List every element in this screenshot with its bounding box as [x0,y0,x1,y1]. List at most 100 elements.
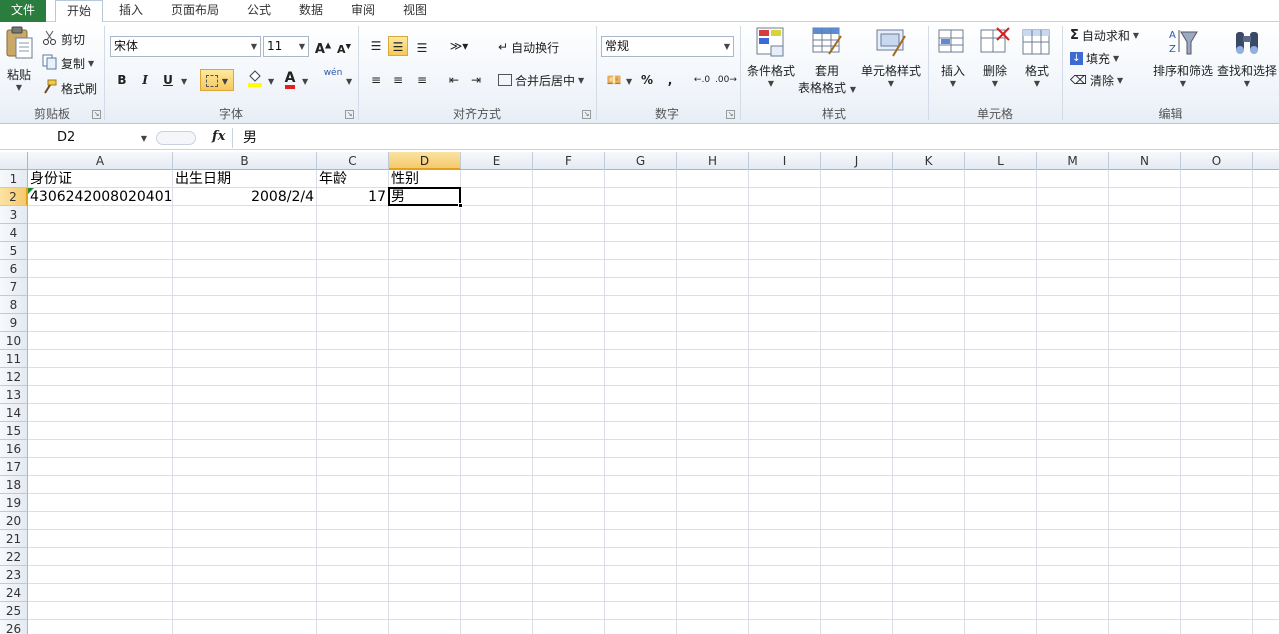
font-size-combobox[interactable]: 11 ▼ [263,36,309,57]
align-middle-button[interactable]: ☰ [388,36,408,56]
tab-formulas[interactable]: 公式 [236,0,282,22]
column-header-n[interactable]: N [1109,152,1181,170]
tab-review[interactable]: 审阅 [340,0,386,22]
fill-handle[interactable] [458,203,463,208]
column-header-g[interactable]: G [605,152,677,170]
decrease-decimal-button[interactable]: .00→ [714,70,738,90]
column-header-j[interactable]: J [821,152,893,170]
decrease-indent-button[interactable]: ⇤ [444,70,464,90]
tab-insert[interactable]: 插入 [108,0,154,22]
bold-button[interactable]: B [112,70,132,90]
column-header-f[interactable]: F [533,152,605,170]
cell-area[interactable]: 身份证出生日期年龄性别4306242008020401792008/2/417男 [28,170,1279,634]
clipboard-launcher-icon[interactable]: ↘ [92,110,101,119]
column-header-c[interactable]: C [317,152,389,170]
font-launcher-icon[interactable]: ↘ [345,110,354,119]
format-as-table-button[interactable]: 套用 表格格式 ▼ [798,26,856,96]
row-header-16[interactable]: 16 [0,440,28,458]
italic-button[interactable]: I [135,70,155,90]
select-all-corner[interactable] [0,152,28,170]
row-header-1[interactable]: 1 [0,170,28,188]
copy-dropdown-icon[interactable]: ▼ [88,59,94,68]
insert-cells-button[interactable]: 插入 ▼ [934,26,972,88]
conditional-formatting-button[interactable]: 条件格式 ▼ [744,26,798,88]
number-launcher-icon[interactable]: ↘ [726,110,735,119]
error-indicator-icon[interactable] [28,188,34,194]
shrink-font-button[interactable]: A▼ [334,36,354,56]
increase-indent-button[interactable]: ⇥ [466,70,486,90]
font-name-combobox[interactable]: 宋体 ▼ [110,36,261,57]
tab-data[interactable]: 数据 [288,0,334,22]
row-header-14[interactable]: 14 [0,404,28,422]
cell-d1[interactable]: 性别 [389,170,460,188]
fill-color-dropdown-icon[interactable]: ▼ [268,77,274,86]
cell-b2[interactable]: 2008/2/4 [173,188,316,206]
row-header-4[interactable]: 4 [0,224,28,242]
wrap-text-button[interactable]: ↵ 自动换行 [498,36,559,58]
copy-button[interactable]: 复制 ▼ [42,52,94,74]
font-color-dropdown-icon[interactable]: ▼ [302,77,308,86]
column-header-a[interactable]: A [28,152,173,170]
align-right-button[interactable]: ≡ [412,70,432,90]
row-header-19[interactable]: 19 [0,494,28,512]
align-top-button[interactable]: ☰ [366,36,386,56]
row-header-12[interactable]: 12 [0,368,28,386]
fill-color-button[interactable] [245,68,265,88]
clear-button[interactable]: ⌫ 清除 ▼ [1070,69,1123,91]
underline-button[interactable]: U [158,70,178,90]
cell-c2[interactable]: 17 [317,188,388,206]
orientation-button[interactable]: ≫▾ [446,36,472,56]
row-header-20[interactable]: 20 [0,512,28,530]
number-format-combobox[interactable]: 常规 ▼ [601,36,734,57]
row-header-18[interactable]: 18 [0,476,28,494]
row-header-21[interactable]: 21 [0,530,28,548]
tab-view[interactable]: 视图 [392,0,438,22]
paste-dropdown-icon[interactable]: ▼ [2,83,36,92]
column-header-m[interactable]: M [1037,152,1109,170]
fill-button[interactable]: ↓ 填充 ▼ [1070,47,1119,69]
row-header-13[interactable]: 13 [0,386,28,404]
currency-button[interactable]: 💴 [604,70,624,90]
phonetic-button[interactable]: wén [320,68,346,88]
row-header-5[interactable]: 5 [0,242,28,260]
row-header-15[interactable]: 15 [0,422,28,440]
cell-c1[interactable]: 年龄 [317,170,388,188]
alignment-launcher-icon[interactable]: ↘ [582,110,591,119]
row-header-17[interactable]: 17 [0,458,28,476]
row-header-3[interactable]: 3 [0,206,28,224]
format-cells-button[interactable]: 格式 ▼ [1018,26,1056,88]
autosum-button[interactable]: Σ 自动求和 ▼ [1070,24,1139,46]
borders-button[interactable]: ▼ [200,69,234,91]
row-header-7[interactable]: 7 [0,278,28,296]
cell-a1[interactable]: 身份证 [28,170,172,188]
cell-a2[interactable]: 430624200802040179 [28,188,172,206]
row-header-6[interactable]: 6 [0,260,28,278]
row-header-26[interactable]: 26 [0,620,28,634]
phonetic-dropdown-icon[interactable]: ▼ [346,77,352,86]
tab-file[interactable]: 文件 [0,0,46,22]
currency-dropdown-icon[interactable]: ▼ [626,77,632,86]
comma-button[interactable]: , [660,70,680,90]
column-header-i[interactable]: I [749,152,821,170]
row-header-2[interactable]: 2 [0,188,28,206]
increase-decimal-button[interactable]: ←.0 [690,70,714,90]
find-select-button[interactable]: 查找和选择 ▼ [1216,26,1278,88]
row-header-11[interactable]: 11 [0,350,28,368]
merge-center-button[interactable]: 合并后居中 ▼ [498,69,584,91]
underline-dropdown-icon[interactable]: ▼ [181,77,187,86]
column-header-l[interactable]: L [965,152,1037,170]
column-header-b[interactable]: B [173,152,317,170]
format-painter-button[interactable]: 格式刷 [42,77,97,99]
percent-button[interactable]: % [637,70,657,90]
align-left-button[interactable]: ≡ [366,70,386,90]
name-box[interactable]: D2 ▼ [2,128,152,148]
row-header-23[interactable]: 23 [0,566,28,584]
row-header-22[interactable]: 22 [0,548,28,566]
row-header-24[interactable]: 24 [0,584,28,602]
cell-styles-button[interactable]: 单元格样式 ▼ [860,26,922,88]
paste-button[interactable]: 粘贴 ▼ [2,26,36,92]
column-header-d[interactable]: D [389,152,461,170]
tab-home[interactable]: 开始 [55,0,103,23]
column-header-o[interactable]: O [1181,152,1253,170]
column-header-h[interactable]: H [677,152,749,170]
